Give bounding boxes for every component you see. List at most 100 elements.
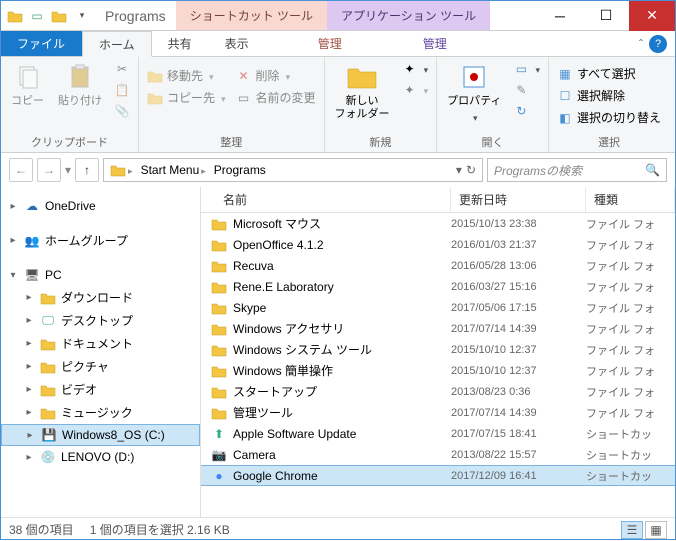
table-row[interactable]: ⬆Apple Software Update2017/07/15 18:41ショ…	[201, 423, 675, 444]
sidebar-item-drive-d[interactable]: ▸💿LENOVO (D:)	[1, 446, 200, 468]
file-type: ファイル フォ	[586, 384, 675, 400]
qat-dropdown-icon[interactable]	[71, 6, 91, 26]
breadcrumb-item[interactable]: Programs	[210, 163, 270, 177]
move-to-button[interactable]: 移動先	[143, 65, 230, 86]
column-header-date[interactable]: 更新日時	[451, 187, 586, 212]
column-headers: 名前 更新日時 種類	[201, 187, 675, 213]
file-type: ファイル フォ	[586, 216, 675, 232]
drive-icon: 💾	[40, 427, 58, 443]
easy-access-button[interactable]: ✦	[398, 80, 433, 100]
copy-button[interactable]: コピー	[5, 59, 50, 110]
view-icons-button[interactable]: ▦	[645, 521, 667, 539]
breadcrumb-dropdown-icon[interactable]: ▾	[456, 163, 462, 177]
table-row[interactable]: Rene.E Laboratory2016/03/27 15:16ファイル フォ	[201, 276, 675, 297]
invert-selection-button[interactable]: ◧選択の切り替え	[553, 107, 665, 128]
sidebar-item-drive-c[interactable]: ▸💾Windows8_OS (C:)	[1, 424, 200, 446]
tab-view[interactable]: 表示	[209, 31, 266, 56]
search-input[interactable]: Programsの検索 🔍	[487, 158, 667, 182]
tab-file[interactable]: ファイル	[1, 31, 82, 56]
select-none-button[interactable]: ☐選択解除	[553, 85, 665, 106]
table-row[interactable]: Windows アクセサリ2017/07/14 14:39ファイル フォ	[201, 318, 675, 339]
table-row[interactable]: 管理ツール2017/07/14 14:39ファイル フォ	[201, 402, 675, 423]
downloads-icon	[39, 290, 57, 306]
delete-button[interactable]: ✕削除	[232, 65, 320, 86]
sidebar-item-videos[interactable]: ▸ビデオ	[1, 378, 200, 401]
minimize-button[interactable]: ─	[537, 1, 583, 31]
table-row[interactable]: スタートアップ2013/08/23 0:36ファイル フォ	[201, 381, 675, 402]
close-button[interactable]: ✕	[629, 1, 675, 31]
sidebar-item-pictures[interactable]: ▸ピクチャ	[1, 355, 200, 378]
forward-button[interactable]: →	[37, 158, 61, 182]
qat-properties-icon[interactable]: ▭	[27, 6, 47, 26]
table-row[interactable]: Recuva2016/05/28 13:06ファイル フォ	[201, 255, 675, 276]
history-button[interactable]: ↻	[509, 101, 544, 121]
tab-share[interactable]: 共有	[152, 31, 209, 56]
table-row[interactable]: 📷Camera2013/08/22 15:57ショートカッ	[201, 444, 675, 465]
file-date: 2017/07/15 18:41	[451, 428, 586, 440]
properties-icon	[458, 61, 490, 93]
select-all-button[interactable]: ▦すべて選択	[553, 63, 665, 84]
file-date: 2016/05/28 13:06	[451, 260, 586, 272]
file-date: 2013/08/22 15:57	[451, 449, 586, 461]
file-type: ショートカッ	[586, 447, 675, 463]
table-row[interactable]: Windows 簡単操作2015/10/10 12:37ファイル フォ	[201, 360, 675, 381]
breadcrumb-item[interactable]: Start Menu	[137, 163, 210, 177]
cut-icon: ✂	[114, 61, 130, 77]
maximize-button[interactable]: ☐	[583, 1, 629, 31]
sidebar-item-onedrive[interactable]: ▸☁OneDrive	[1, 195, 200, 217]
collapse-ribbon-icon[interactable]: ˆ	[639, 37, 643, 51]
tab-manage-app[interactable]: 管理	[393, 31, 478, 56]
sidebar-item-pc[interactable]: ▾🖥PC	[1, 264, 200, 286]
app-chrome-icon: ●	[211, 468, 227, 484]
sidebar-item-downloads[interactable]: ▸ダウンロード	[1, 286, 200, 309]
qat-newfolder-icon[interactable]	[49, 6, 69, 26]
tab-manage-shortcut[interactable]: 管理	[288, 31, 373, 56]
sidebar-item-homegroup[interactable]: ▸👥ホームグループ	[1, 229, 200, 252]
edit-icon: ✎	[513, 82, 529, 98]
homegroup-icon: 👥	[23, 233, 41, 249]
paste-button[interactable]: 貼り付け	[52, 59, 108, 110]
breadcrumb-root-icon[interactable]	[106, 163, 137, 177]
edit-button[interactable]: ✎	[509, 80, 544, 100]
table-row[interactable]: Microsoft マウス2015/10/13 23:38ファイル フォ	[201, 213, 675, 234]
properties-button[interactable]: プロパティ	[441, 59, 507, 126]
cut-button[interactable]: ✂	[110, 59, 134, 79]
refresh-icon[interactable]: ↻	[466, 163, 476, 177]
copy-path-button[interactable]: 📋	[110, 80, 134, 100]
recent-locations-icon[interactable]: ▾	[65, 163, 71, 177]
folder-icon	[211, 216, 227, 232]
copy-icon	[12, 61, 44, 93]
table-row[interactable]: ●Google Chrome2017/12/09 16:41ショートカッ	[201, 465, 675, 486]
copy-to-button[interactable]: コピー先	[143, 87, 230, 108]
copy-to-icon	[147, 90, 163, 106]
sidebar-item-music[interactable]: ▸ミュージック	[1, 401, 200, 424]
quick-access-toolbar: ▭	[1, 6, 95, 26]
file-date: 2017/07/14 14:39	[451, 407, 586, 419]
context-tab-application[interactable]: アプリケーション ツール	[327, 1, 490, 30]
column-header-type[interactable]: 種類	[586, 187, 675, 212]
up-button[interactable]: ↑	[75, 158, 99, 182]
context-tab-shortcut[interactable]: ショートカット ツール	[176, 1, 327, 30]
rename-button[interactable]: ▭名前の変更	[232, 87, 320, 108]
help-icon[interactable]: ?	[649, 35, 667, 53]
back-button[interactable]: ←	[9, 158, 33, 182]
tab-home[interactable]: ホーム	[82, 31, 152, 57]
select-all-icon: ▦	[557, 66, 573, 82]
table-row[interactable]: Windows システム ツール2015/10/10 12:37ファイル フォ	[201, 339, 675, 360]
table-row[interactable]: OpenOffice 4.1.22016/01/03 21:37ファイル フォ	[201, 234, 675, 255]
table-row[interactable]: Skype2017/05/06 17:15ファイル フォ	[201, 297, 675, 318]
ribbon-group-clipboard: コピー 貼り付け ✂ 📋 📎 クリップボード	[1, 57, 139, 152]
column-header-name[interactable]: 名前	[201, 187, 451, 212]
breadcrumb[interactable]: Start Menu Programs ▾ ↻	[103, 158, 483, 182]
sidebar-item-documents[interactable]: ▸ドキュメント	[1, 332, 200, 355]
view-details-button[interactable]: ☰	[621, 521, 643, 539]
app-camera-icon: 📷	[211, 447, 227, 463]
paste-shortcut-button[interactable]: 📎	[110, 101, 134, 121]
ribbon-group-open: プロパティ ▭ ✎ ↻ 開く	[437, 57, 549, 152]
new-folder-button[interactable]: 新しい フォルダー	[329, 59, 396, 123]
open-button[interactable]: ▭	[509, 59, 544, 79]
folder-icon	[211, 384, 227, 400]
sidebar-item-desktop[interactable]: ▸🖵デスクトップ	[1, 309, 200, 332]
new-item-button[interactable]: ✦	[398, 59, 433, 79]
ribbon-group-new: 新しい フォルダー ✦ ✦ 新規	[325, 57, 438, 152]
